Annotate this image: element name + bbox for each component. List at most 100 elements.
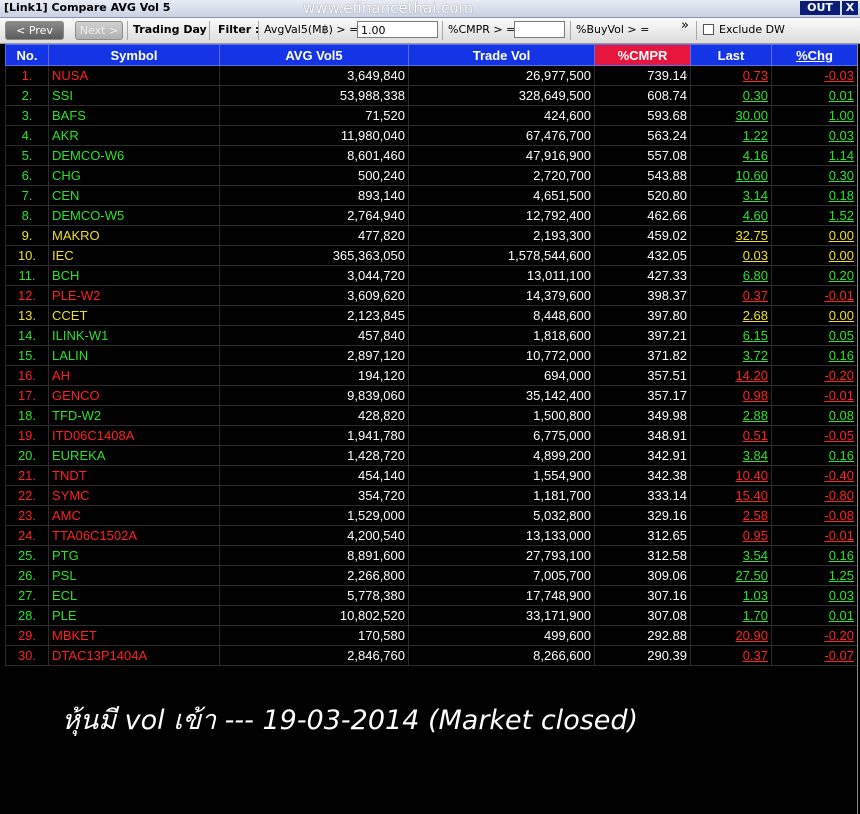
row-chg[interactable]: 0.00	[771, 225, 858, 246]
table-row[interactable]: 28. PLE 10,802,520 33,171,900 307.08 1.70 0.01	[5, 605, 858, 626]
row-chg[interactable]: -0.01	[771, 525, 858, 546]
row-chg[interactable]: -0.03	[771, 65, 858, 86]
row-symbol[interactable]: TNDT	[48, 465, 220, 486]
row-last[interactable]: 3.54	[690, 545, 772, 566]
table-row[interactable]: 13. CCET 2,123,845 8,448,600 397.80 2.68 0.00	[5, 305, 858, 326]
column-header-trade-vol[interactable]: Trade Vol	[408, 44, 595, 66]
row-last[interactable]: 6.80	[690, 265, 772, 286]
table-row[interactable]: 17. GENCO 9,839,060 35,142,400 357.17 0.98 -0.…	[5, 385, 858, 406]
row-chg[interactable]: -0.07	[771, 645, 858, 666]
row-chg[interactable]: 0.03	[771, 585, 858, 606]
row-last[interactable]: 4.60	[690, 205, 772, 226]
row-last[interactable]: 32.75	[690, 225, 772, 246]
row-symbol[interactable]: ITD06C1408A	[48, 425, 220, 446]
row-last[interactable]: 4.16	[690, 145, 772, 166]
row-chg[interactable]: 1.00	[771, 105, 858, 126]
row-symbol[interactable]: NUSA	[48, 65, 220, 86]
row-last[interactable]: 27.50	[690, 565, 772, 586]
row-chg[interactable]: 1.25	[771, 565, 858, 586]
row-chg[interactable]: 0.30	[771, 165, 858, 186]
row-chg[interactable]: -0.05	[771, 425, 858, 446]
row-chg[interactable]: 0.03	[771, 125, 858, 146]
table-row[interactable]: 22. SYMC 354,720 1,181,700 333.14 15.40 -0.80	[5, 485, 858, 506]
row-symbol[interactable]: BAFS	[48, 105, 220, 126]
table-row[interactable]: 8. DEMCO-W5 2,764,940 12,792,400 462.66 4.60 1…	[5, 205, 858, 226]
row-symbol[interactable]: SSI	[48, 85, 220, 106]
table-row[interactable]: 9. MAKRO 477,820 2,193,300 459.02 32.75 0.00	[5, 225, 858, 246]
row-symbol[interactable]: AKR	[48, 125, 220, 146]
next-button[interactable]: Next >	[75, 21, 123, 40]
table-row[interactable]: 5. DEMCO-W6 8,601,460 47,916,900 557.08 4.16 1…	[5, 145, 858, 166]
table-row[interactable]: 1. NUSA 3,649,840 26,977,500 739.14 0.73 -0.03	[5, 65, 858, 86]
row-last[interactable]: 0.03	[690, 245, 772, 266]
row-symbol[interactable]: MBKET	[48, 625, 220, 646]
row-last[interactable]: 3.14	[690, 185, 772, 206]
table-row[interactable]: 18. TFD-W2 428,820 1,500,800 349.98 2.88 0.08	[5, 405, 858, 426]
table-row[interactable]: 6. CHG 500,240 2,720,700 543.88 10.60 0.30	[5, 165, 858, 186]
row-symbol[interactable]: PLE	[48, 605, 220, 626]
column-header-symbol[interactable]: Symbol	[48, 44, 220, 66]
row-chg[interactable]: 0.00	[771, 245, 858, 266]
row-last[interactable]: 0.37	[690, 645, 772, 666]
row-chg[interactable]: -0.08	[771, 505, 858, 526]
row-symbol[interactable]: DEMCO-W5	[48, 205, 220, 226]
table-row[interactable]: 4. AKR 11,980,040 67,476,700 563.24 1.22 0.03	[5, 125, 858, 146]
table-row[interactable]: 29. MBKET 170,580 499,600 292.88 20.90 -0.20	[5, 625, 858, 646]
row-last[interactable]: 2.88	[690, 405, 772, 426]
row-last[interactable]: 3.84	[690, 445, 772, 466]
row-chg[interactable]: 0.18	[771, 185, 858, 206]
row-last[interactable]: 0.30	[690, 85, 772, 106]
row-chg[interactable]: 0.08	[771, 405, 858, 426]
row-symbol[interactable]: ILINK-W1	[48, 325, 220, 346]
prev-button[interactable]: < Prev	[5, 21, 64, 40]
table-row[interactable]: 12. PLE-W2 3,609,620 14,379,600 398.37 0.37 -0…	[5, 285, 858, 306]
row-last[interactable]: 0.98	[690, 385, 772, 406]
row-chg[interactable]: 1.52	[771, 205, 858, 226]
row-chg[interactable]: -0.01	[771, 285, 858, 306]
trading-day-label[interactable]: Trading Day	[133, 23, 207, 36]
row-last[interactable]: 1.03	[690, 585, 772, 606]
row-symbol[interactable]: PLE-W2	[48, 285, 220, 306]
row-symbol[interactable]: CCET	[48, 305, 220, 326]
table-row[interactable]: 10. IEC 365,363,050 1,578,544,600 432.05 0.03…	[5, 245, 858, 266]
row-symbol[interactable]: TFD-W2	[48, 405, 220, 426]
table-row[interactable]: 23. AMC 1,529,000 5,032,800 329.16 2.58 -0.08	[5, 505, 858, 526]
table-row[interactable]: 26. PSL 2,266,800 7,005,700 309.06 27.50 1.25	[5, 565, 858, 586]
row-symbol[interactable]: CEN	[48, 185, 220, 206]
row-symbol[interactable]: AH	[48, 365, 220, 386]
table-row[interactable]: 27. ECL 5,778,380 17,748,900 307.16 1.03 0.03	[5, 585, 858, 606]
row-last[interactable]: 0.95	[690, 525, 772, 546]
row-last[interactable]: 3.72	[690, 345, 772, 366]
row-chg[interactable]: 0.16	[771, 545, 858, 566]
row-last[interactable]: 0.51	[690, 425, 772, 446]
table-row[interactable]: 16. AH 194,120 694,000 357.51 14.20 -0.20	[5, 365, 858, 386]
row-chg[interactable]: 1.14	[771, 145, 858, 166]
row-last[interactable]: 6.15	[690, 325, 772, 346]
row-chg[interactable]: -0.20	[771, 625, 858, 646]
row-symbol[interactable]: DTAC13P1404A	[48, 645, 220, 666]
table-row[interactable]: 21. TNDT 454,140 1,554,900 342.38 10.40 -0.40	[5, 465, 858, 486]
table-row[interactable]: 20. EUREKA 1,428,720 4,899,200 342.91 3.84 0.1…	[5, 445, 858, 466]
row-symbol[interactable]: IEC	[48, 245, 220, 266]
column-header-chg[interactable]: %Chg	[771, 44, 858, 66]
row-last[interactable]: 14.20	[690, 365, 772, 386]
row-symbol[interactable]: LALIN	[48, 345, 220, 366]
column-header-last[interactable]: Last	[690, 44, 772, 66]
more-options-icon[interactable]: »	[681, 18, 689, 33]
row-chg[interactable]: -0.40	[771, 465, 858, 486]
table-row[interactable]: 11. BCH 3,044,720 13,011,100 427.33 6.80 0.20	[5, 265, 858, 286]
table-row[interactable]: 15. LALIN 2,897,120 10,772,000 371.82 3.72 0.1…	[5, 345, 858, 366]
row-last[interactable]: 10.60	[690, 165, 772, 186]
row-symbol[interactable]: EUREKA	[48, 445, 220, 466]
row-symbol[interactable]: ECL	[48, 585, 220, 606]
row-symbol[interactable]: BCH	[48, 265, 220, 286]
table-row[interactable]: 14. ILINK-W1 457,840 1,818,600 397.21 6.15 0.0…	[5, 325, 858, 346]
row-chg[interactable]: 0.01	[771, 605, 858, 626]
row-chg[interactable]: 0.05	[771, 325, 858, 346]
row-last[interactable]: 15.40	[690, 485, 772, 506]
row-chg[interactable]: 0.16	[771, 345, 858, 366]
row-symbol[interactable]: DEMCO-W6	[48, 145, 220, 166]
table-row[interactable]: 25. PTG 8,891,600 27,793,100 312.58 3.54 0.16	[5, 545, 858, 566]
row-symbol[interactable]: MAKRO	[48, 225, 220, 246]
table-row[interactable]: 2. SSI 53,988,338 328,649,500 608.74 0.30 0.01	[5, 85, 858, 106]
